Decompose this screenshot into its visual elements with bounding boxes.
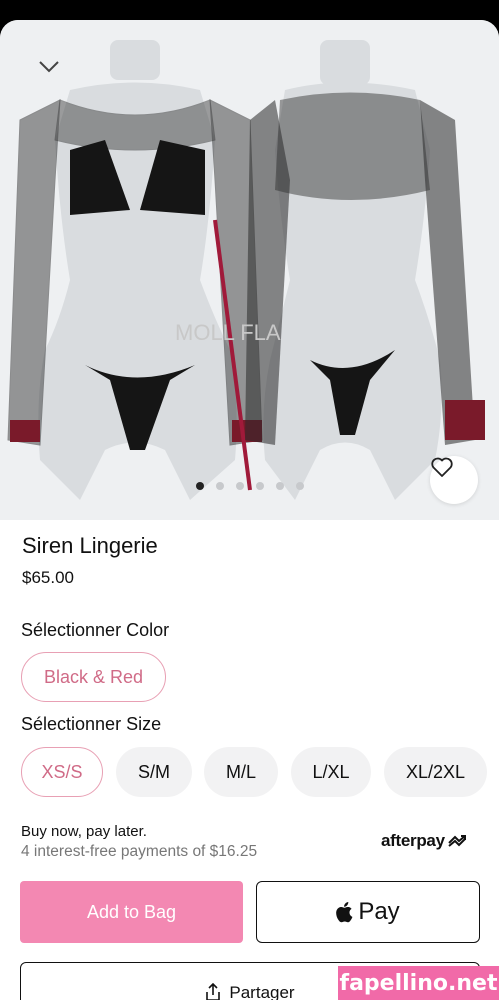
size-choice-xl-2xl[interactable]: XL/2XL [384, 747, 487, 797]
apple-icon [336, 902, 353, 923]
image-watermark-text: MOLL FLA [175, 320, 281, 345]
afterpay-logo[interactable]: afterpay [381, 831, 467, 851]
size-choice-l-xl[interactable]: L/XL [291, 747, 371, 797]
gallery-dot[interactable] [295, 482, 304, 490]
product-title: Siren Lingerie [22, 533, 158, 558]
gallery-dot[interactable] [215, 482, 224, 490]
site-watermark: fapellino.net [338, 966, 499, 1000]
color-choice-black-red[interactable]: Black & Red [21, 652, 166, 702]
product-price: $65.00 [22, 568, 74, 587]
gallery-dot[interactable] [235, 482, 244, 490]
product-sheet: MOLL FLA Siren Lingerie $65.00 Sélection… [0, 20, 499, 1000]
product-photo: MOLL FLA [7, 40, 485, 500]
gallery-pagination [0, 482, 499, 490]
gallery-dot[interactable] [275, 482, 284, 490]
size-choice-m-l[interactable]: M/L [204, 747, 278, 797]
chevron-down-icon [39, 61, 59, 73]
apple-pay-label: Pay [358, 898, 400, 925]
size-choice-s-m[interactable]: S/M [116, 747, 192, 797]
afterpay-logo-icon [448, 835, 466, 847]
product-image-gallery[interactable]: MOLL FLA [0, 20, 499, 520]
share-label: Partager [229, 983, 295, 1000]
collapse-button[interactable] [38, 60, 70, 84]
afterpay-wordmark: afterpay [381, 831, 445, 850]
size-choice-xs-s[interactable]: XS/S [21, 747, 103, 797]
heart-icon [431, 457, 453, 477]
bnpl-headline: Buy now, pay later. [21, 823, 147, 840]
apple-pay-button[interactable]: Pay [256, 881, 480, 943]
gallery-dot[interactable] [255, 482, 264, 490]
color-option-label: Sélectionner Color [21, 620, 170, 640]
share-icon [206, 983, 221, 1000]
favorite-button[interactable] [430, 456, 478, 504]
size-option-label: Sélectionner Size [21, 714, 162, 734]
bnpl-detail: 4 interest-free payments of $16.25 [21, 843, 258, 860]
gallery-dot[interactable] [195, 482, 204, 490]
add-to-bag-button[interactable]: Add to Bag [20, 881, 243, 943]
